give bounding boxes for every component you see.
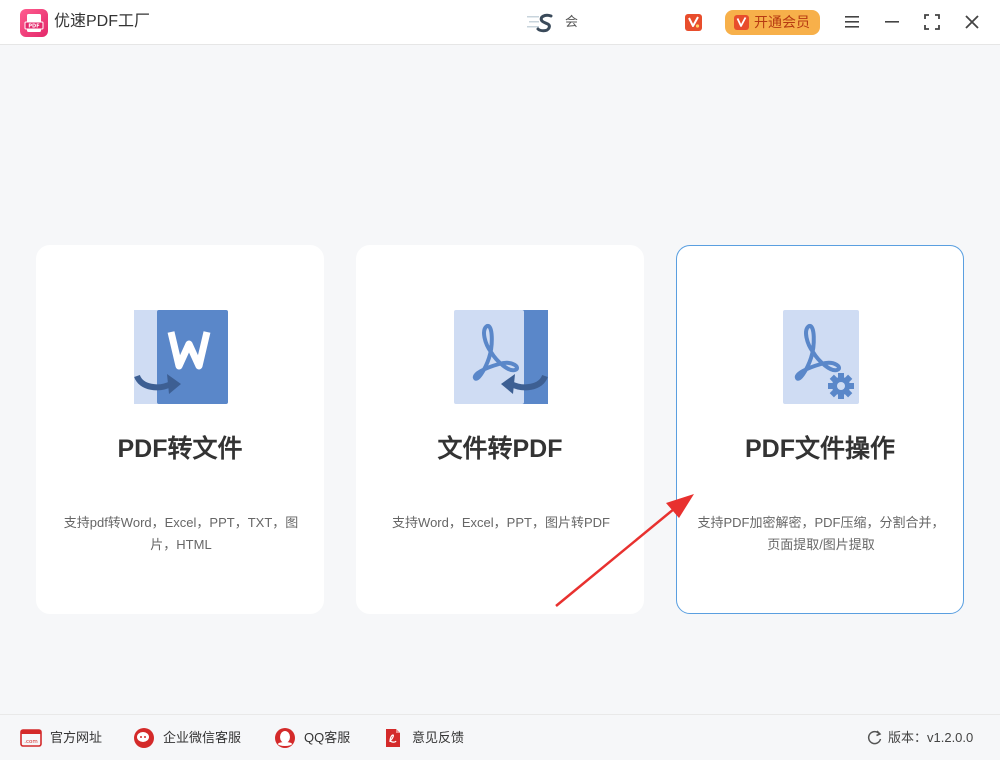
file-to-pdf-card[interactable]: 文件转PDF 支持Word，Excel，PPT，图片转PDF [356, 245, 644, 614]
vip-button-label: 开通会员 [754, 14, 810, 30]
wechat-work-icon [134, 728, 154, 748]
card-description: 支持Word，Excel，PPT，图片转PDF [392, 515, 610, 530]
close-icon[interactable] [961, 11, 983, 33]
card-description: 支持pdf转Word，Excel，PPT，TXT，图片，HTML [63, 515, 299, 552]
user-name: 会 [565, 14, 579, 29]
qq-icon [275, 728, 295, 748]
feedback-icon [386, 729, 400, 747]
footer-link-label: 企业微信客服 [163, 730, 242, 745]
vip-icon [734, 15, 749, 30]
card-title: 文件转PDF [437, 435, 563, 463]
pdf-to-word-icon [134, 310, 228, 404]
file-to-pdf-icon [454, 310, 548, 404]
vip-membership-button[interactable]: 开通会员 [725, 10, 820, 35]
footer-link-label: 官方网址 [50, 730, 103, 745]
maximize-icon[interactable] [921, 11, 943, 33]
footer-bar: .com 官方网址 企业微信客服 QQ客服 意见反馈 版本：v1.2.0.0 [0, 714, 1000, 760]
card-description: 支持PDF加密解密，PDF压缩，分割合并，页面提取/图片提取 [697, 515, 945, 552]
vip-badge-icon[interactable] [685, 14, 702, 31]
pdf-operations-card[interactable]: PDF文件操作 支持PDF加密解密，PDF压缩，分割合并，页面提取/图片提取 [676, 245, 964, 614]
app-logo-icon: PDF [20, 9, 48, 37]
footer-link-label: 意见反馈 [412, 730, 465, 745]
minimize-icon[interactable] [881, 11, 903, 33]
version-label: 版本：v1.2.0.0 [888, 730, 974, 745]
pdf-to-file-card[interactable]: PDF转文件 支持pdf转Word，Excel，PPT，TXT，图片，HTML [36, 245, 324, 614]
pdf-settings-icon [783, 310, 859, 404]
app-window: PDF 优速PDF工厂 会 开通会员 PDF转文件 支持pdf转Word，Exc… [0, 0, 1000, 760]
title-bar: PDF 优速PDF工厂 会 开通会员 [0, 0, 1000, 45]
svg-text:PDF: PDF [28, 24, 39, 30]
user-avatar-icon [527, 13, 553, 33]
website-icon: .com [20, 729, 42, 747]
app-title: 优速PDF工厂 [54, 13, 151, 30]
menu-icon[interactable] [841, 11, 863, 33]
card-title: PDF转文件 [117, 435, 243, 463]
card-title: PDF文件操作 [744, 435, 895, 463]
svg-text:.com: .com [24, 739, 38, 745]
footer-link-label: QQ客服 [304, 730, 351, 745]
refresh-icon [867, 730, 882, 745]
